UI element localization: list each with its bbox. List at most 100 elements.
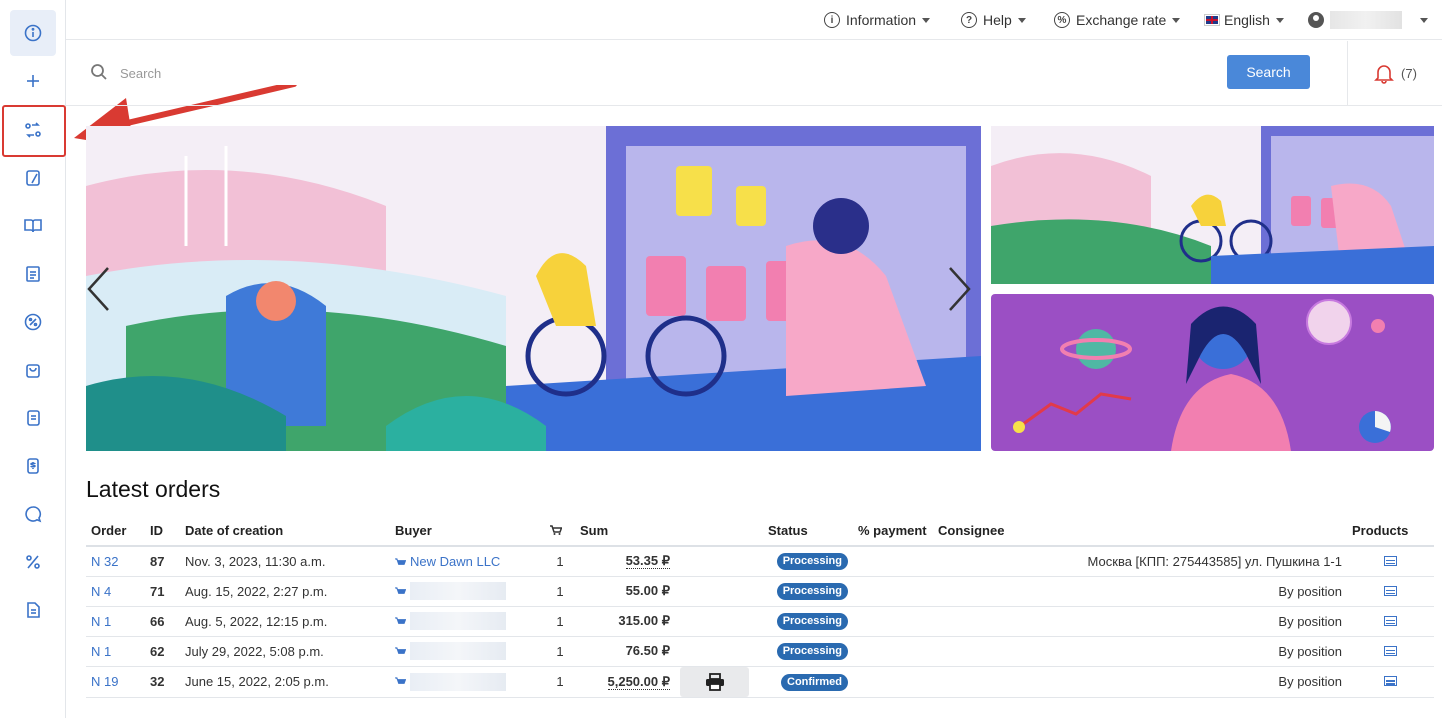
chevron-down-icon [1420,17,1428,23]
sidebar-item-catalog[interactable] [10,155,56,201]
orders-table: Order ID Date of creation Buyer Sum Stat… [86,515,1434,698]
column-status[interactable]: Status [763,515,853,547]
latest-orders-title: Latest orders [86,476,221,502]
exchange-rate-menu[interactable]: % Exchange rate [1054,0,1181,40]
cart-icon [550,524,563,535]
products-list-icon[interactable] [1384,615,1397,626]
sidebar-item-invoices[interactable] [10,443,56,489]
status-badge: Processing [776,643,848,660]
column-order[interactable]: Order [86,515,145,547]
sidebar-item-bag[interactable] [10,347,56,393]
notifications-button[interactable]: (7) [1347,41,1442,105]
products-list-icon[interactable] [1384,676,1397,686]
sidebar-item-files[interactable] [10,587,56,633]
carousel-next-arrow-icon[interactable] [944,264,974,314]
help-menu[interactable]: ? Help [961,0,1026,40]
promo-banner-main[interactable] [86,126,981,451]
buyer-redacted[interactable] [410,672,506,691]
column-payment[interactable]: % payment [853,515,933,547]
order-link[interactable]: N 1 [91,614,111,629]
order-link[interactable]: N 19 [91,674,118,689]
catalog-icon [26,170,40,186]
sidebar-item-add[interactable] [10,58,56,104]
column-buyer[interactable]: Buyer [390,515,545,547]
table-header-row: Order ID Date of creation Buyer Sum Stat… [86,515,1434,547]
buyer-redacted[interactable] [410,582,506,600]
percent-icon [26,555,40,569]
status-badge: Processing [776,613,848,630]
bell-icon [1374,65,1394,84]
order-id: 62 [145,636,180,667]
banner-illustration-purple [991,294,1434,451]
info-icon: i [824,12,840,28]
sidebar-item-chat[interactable] [10,491,56,537]
products-list-icon[interactable] [1384,645,1397,656]
sidebar [0,0,66,718]
chevron-down-icon [1017,17,1026,23]
column-products: Products [1347,515,1434,547]
buyer-link[interactable]: New Dawn LLC [410,554,500,569]
file-icon [27,602,40,618]
uk-flag-icon [1205,15,1219,25]
column-sum[interactable]: Sum [575,515,675,547]
banner-illustration-small [991,126,1434,284]
order-link[interactable]: N 32 [91,554,118,569]
search-button[interactable]: Search [1227,55,1310,89]
cart-icon [395,677,406,684]
column-date[interactable]: Date of creation [180,515,390,547]
consignee-value: By position [933,636,1347,667]
promo-banner-side-bottom[interactable] [991,294,1434,451]
order-qty: 1 [545,576,575,607]
order-id: 87 [145,546,180,577]
sidebar-item-book[interactable] [10,203,56,249]
order-link[interactable]: N 4 [91,584,111,599]
order-link[interactable]: N 1 [91,644,111,659]
order-sum[interactable]: 5,250.00 ₽ [607,673,670,690]
sidebar-item-info[interactable] [10,10,56,56]
column-consignee[interactable]: Consignee [933,515,1347,547]
products-list-icon[interactable] [1384,585,1397,596]
user-menu[interactable] [1308,0,1428,40]
info-icon [24,24,42,42]
consignee-value: By position [933,576,1347,607]
order-date: Nov. 3, 2023, 11:30 a.m. [180,546,390,577]
order-id: 32 [145,666,180,698]
avatar-icon [1308,12,1324,28]
report-icon [26,266,40,282]
order-sum[interactable]: 53.35 ₽ [625,553,670,570]
order-qty: 1 [545,546,575,577]
cart-icon [395,646,406,654]
sidebar-item-documents[interactable] [10,395,56,441]
cart-icon [395,558,406,565]
promo-banner-side-top[interactable] [991,126,1434,284]
buyer-redacted[interactable] [410,642,506,660]
order-date: July 29, 2022, 5:08 p.m. [180,636,390,667]
order-id: 71 [145,576,180,607]
order-date: Aug. 15, 2022, 2:27 p.m. [180,576,390,607]
buyer-redacted[interactable] [410,612,506,630]
print-button[interactable] [680,666,749,697]
order-qty: 1 [545,636,575,667]
sidebar-item-discounts[interactable] [10,299,56,345]
banner-illustration [86,126,981,451]
carousel-prev-arrow-icon[interactable] [84,264,114,314]
consignee-value: Москва [КПП: 275443585] ул. Пушкина 1-1 [933,546,1347,577]
user-name-redacted [1330,11,1402,29]
information-menu[interactable]: i Information [824,0,931,40]
products-list-icon[interactable] [1384,555,1397,566]
sidebar-item-report[interactable] [10,251,56,297]
document-icon [27,410,40,426]
top-bar: i Information ? Help % Exchange rate Eng… [66,0,1442,40]
language-menu[interactable]: English [1205,0,1284,40]
column-cart [545,515,575,547]
highlight-box [2,105,66,157]
invoice-icon [27,458,39,474]
column-id[interactable]: ID [145,515,180,547]
search-input[interactable] [120,61,1210,85]
sidebar-item-percent[interactable] [10,539,56,585]
percent-circle-icon: % [1054,12,1070,28]
status-badge: Processing [776,583,848,600]
cart-icon [395,586,406,594]
status-badge: Confirmed [781,673,848,691]
chevron-down-icon [1275,17,1284,23]
